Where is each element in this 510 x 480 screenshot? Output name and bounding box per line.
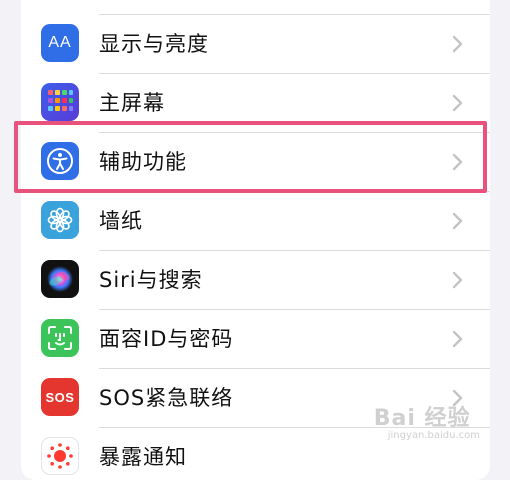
home-screen-icon [41, 83, 79, 121]
settings-row-label: SOS紧急联络 [99, 386, 234, 410]
settings-row-display-brightness[interactable]: AA 显示与亮度 [21, 15, 490, 73]
chevron-right-icon [452, 94, 463, 112]
display-icon-text: AA [48, 34, 72, 51]
settings-row-label: 暴露通知 [99, 445, 187, 469]
settings-row-siri-search[interactable]: Siri与搜索 [21, 251, 490, 309]
display-brightness-icon: AA [41, 24, 79, 62]
home-grid-graphic [48, 90, 73, 111]
chevron-right-icon [452, 35, 463, 53]
face-id-icon [41, 319, 79, 357]
siri-icon [41, 260, 79, 298]
sos-icon-text: SOS [45, 389, 75, 405]
baidu-jingyan-watermark: Bai 经验 jingyan.baidu.com [374, 400, 480, 441]
wallpaper-flower-graphic [47, 207, 73, 233]
siri-orb-graphic [47, 266, 73, 292]
settings-row-wallpaper[interactable]: 墙纸 [21, 192, 490, 250]
chevron-right-icon [452, 212, 463, 230]
highlight-box [14, 121, 487, 193]
settings-row-label: 显示与亮度 [99, 32, 209, 56]
chevron-right-icon [452, 271, 463, 289]
exposure-notification-icon [41, 437, 79, 475]
settings-row-label: 面容ID与密码 [99, 327, 234, 351]
settings-row-face-id[interactable]: 面容ID与密码 [21, 310, 490, 368]
chevron-right-icon [452, 330, 463, 348]
watermark-sub: jingyan.baidu.com [387, 430, 480, 441]
settings-row-label: Siri与搜索 [99, 268, 203, 292]
settings-row-label: 墙纸 [99, 209, 143, 233]
face-id-graphic [48, 326, 72, 350]
sos-icon: SOS [41, 378, 79, 416]
wallpaper-icon [41, 201, 79, 239]
watermark-main: Bai 经验 [373, 406, 471, 431]
exposure-graphic [47, 443, 73, 469]
